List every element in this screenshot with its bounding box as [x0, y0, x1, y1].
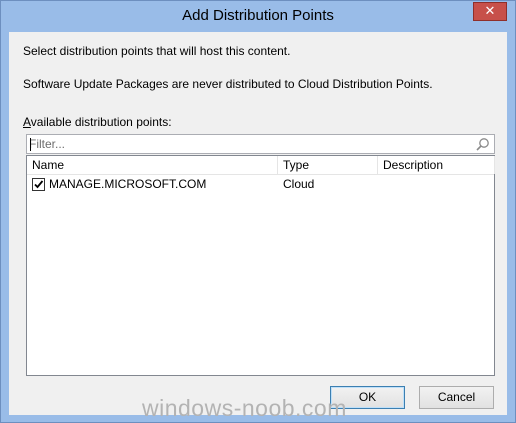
cancel-button[interactable]: Cancel [419, 386, 494, 409]
label-accelerator: A [23, 115, 31, 129]
text-caret [30, 138, 31, 151]
dialog-title: Add Distribution Points [182, 7, 334, 24]
column-header-description[interactable]: Description [378, 156, 495, 174]
row-type: Cloud [283, 177, 315, 191]
available-dp-label: Available distribution points: [23, 115, 172, 129]
dialog-window: Add Distribution Points ✕ Select distrib… [0, 0, 516, 423]
search-icon[interactable] [475, 137, 490, 152]
distribution-points-list[interactable]: Name Type Description MANAGE.MICROSOFT.C… [26, 155, 495, 376]
filter-input[interactable] [29, 136, 469, 152]
cloud-note-text: Software Update Packages are never distr… [23, 77, 433, 91]
row-name: MANAGE.MICROSOFT.COM [49, 177, 207, 191]
instruction-text: Select distribution points that will hos… [23, 44, 291, 58]
column-header-type[interactable]: Type [278, 156, 378, 174]
list-item[interactable]: MANAGE.MICROSOFT.COM Cloud [27, 175, 494, 193]
label-text: vailable distribution points: [30, 115, 172, 129]
title-bar[interactable]: Add Distribution Points ✕ [1, 1, 515, 32]
column-header-name[interactable]: Name [27, 156, 278, 174]
checkmark-icon [34, 180, 44, 189]
row-checkbox[interactable] [32, 178, 45, 191]
filter-box[interactable] [26, 134, 495, 154]
close-button[interactable]: ✕ [473, 2, 507, 21]
close-icon: ✕ [484, 4, 496, 19]
dialog-body: Select distribution points that will hos… [9, 32, 507, 415]
list-header: Name Type Description [27, 156, 495, 175]
watermark-text: windows-noob.com [142, 395, 347, 421]
